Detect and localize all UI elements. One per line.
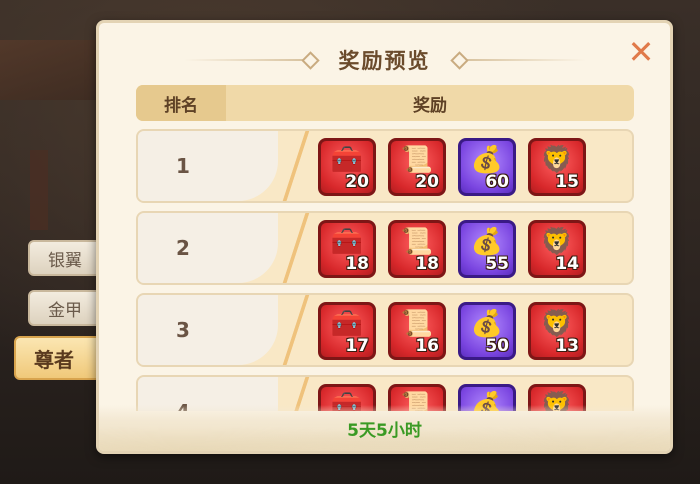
item-quantity: 13 — [555, 336, 579, 356]
reward-list[interactable]: 1 🧰 20 📜 20 💰 60 🦁 15 2 🧰 18 📜 18 💰 55 🦁 14 3 — [136, 129, 634, 411]
item-quantity: 20 — [415, 172, 439, 192]
lion-head-icon[interactable]: 🦁 13 — [528, 302, 586, 360]
item-quantity: 17 — [345, 336, 369, 356]
gold-ingot-icon[interactable]: 💰 50 — [458, 302, 516, 360]
title-bar: 奖励预览 — [99, 45, 670, 75]
table-row: 1 🧰 20 📜 20 💰 60 🦁 15 — [136, 129, 634, 203]
close-x-icon[interactable]: ✕ — [626, 36, 656, 68]
scroll-icon[interactable]: 📜 20 — [388, 138, 446, 196]
item-quantity: 14 — [555, 254, 579, 274]
countdown-timer: 5天5小时 — [347, 421, 422, 441]
treasure-chest-icon[interactable]: 🧰 20 — [318, 138, 376, 196]
item-quantity: 16 — [415, 336, 439, 356]
scroll-icon[interactable]: 📜 16 — [388, 302, 446, 360]
header-rank: 排名 — [136, 85, 226, 121]
treasure-chest-icon[interactable]: 🧰 18 — [318, 220, 376, 278]
diamond-ornament-icon — [449, 50, 469, 70]
background-pillar — [30, 150, 48, 230]
table-row: 2 🧰 18 📜 18 💰 55 🦁 14 — [136, 211, 634, 285]
rank-number: 2 — [176, 236, 190, 260]
title-divider-right — [465, 59, 586, 61]
title-divider-left — [183, 59, 304, 61]
table-row: 3 🧰 17 📜 16 💰 50 🦁 13 — [136, 293, 634, 367]
lion-head-icon[interactable]: 🦁 14 — [528, 220, 586, 278]
table-header: 排名 奖励 — [136, 85, 634, 121]
item-quantity: 20 — [345, 172, 369, 192]
footer-bar: 5天5小时 — [99, 405, 670, 451]
item-quantity: 18 — [345, 254, 369, 274]
rank-number: 3 — [176, 318, 190, 342]
item-quantity: 60 — [485, 172, 509, 192]
item-quantity: 55 — [485, 254, 509, 274]
header-reward: 奖励 — [413, 95, 447, 116]
scroll-icon[interactable]: 📜 18 — [388, 220, 446, 278]
item-quantity: 15 — [555, 172, 579, 192]
reward-preview-panel: 奖励预览 ✕ 排名 奖励 1 🧰 20 📜 20 💰 60 🦁 15 2 🧰 18 — [96, 20, 673, 454]
item-quantity: 50 — [485, 336, 509, 356]
gold-ingot-icon[interactable]: 💰 55 — [458, 220, 516, 278]
panel-title: 奖励预览 — [338, 49, 431, 73]
rank-number: 1 — [176, 154, 190, 178]
treasure-chest-icon[interactable]: 🧰 17 — [318, 302, 376, 360]
lion-head-icon[interactable]: 🦁 15 — [528, 138, 586, 196]
diamond-ornament-icon — [300, 50, 320, 70]
item-quantity: 18 — [415, 254, 439, 274]
gold-ingot-icon[interactable]: 💰 60 — [458, 138, 516, 196]
